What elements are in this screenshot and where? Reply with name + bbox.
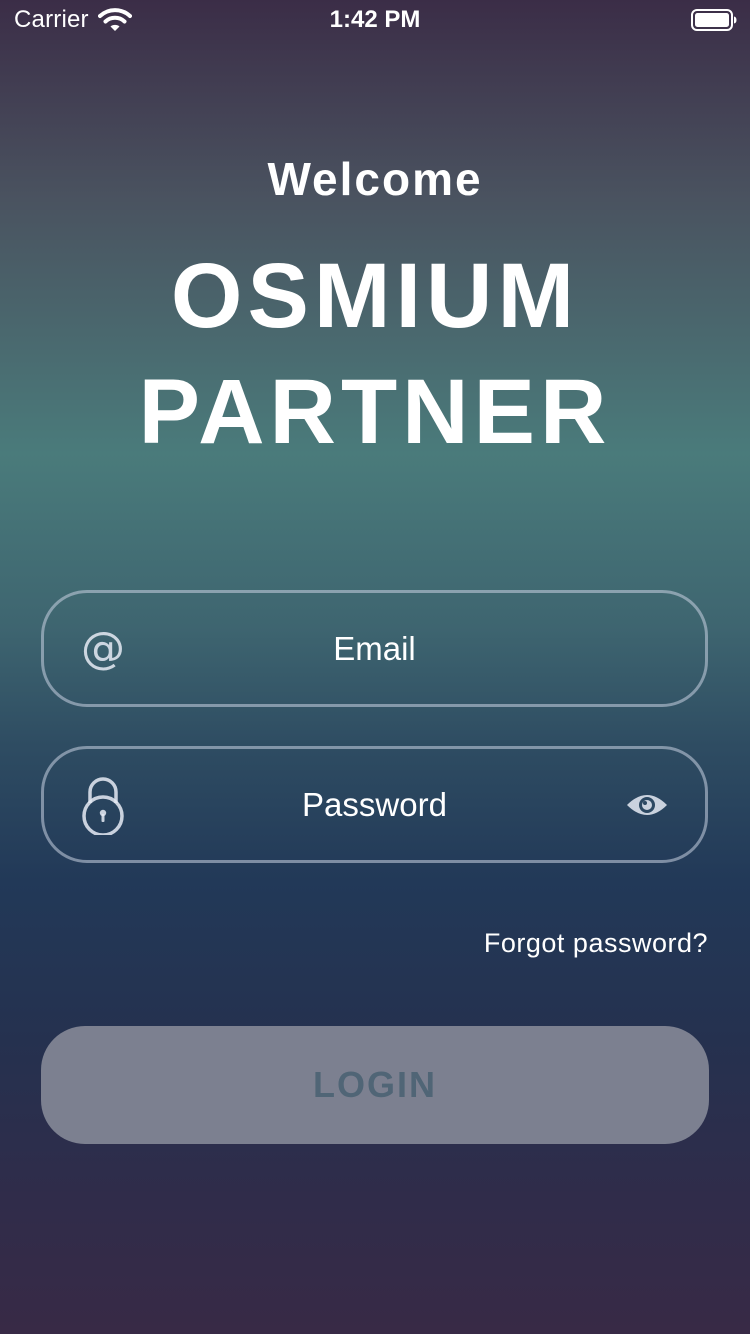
lock-icon (82, 776, 124, 835)
battery-icon (691, 9, 737, 31)
password-field[interactable] (41, 746, 708, 863)
status-bar: Carrier 1:42 PM (0, 0, 750, 40)
at-icon: @ (81, 622, 125, 674)
eye-icon[interactable] (625, 790, 669, 820)
forgot-password-link[interactable]: Forgot password? (484, 928, 708, 959)
email-input[interactable] (154, 593, 595, 704)
email-field[interactable]: @ (41, 590, 708, 707)
password-input[interactable] (154, 749, 595, 860)
brand-title-line-1: OSMIUM (170, 245, 580, 347)
login-button[interactable]: LOGIN (41, 1026, 709, 1144)
welcome-heading: Welcome (267, 153, 483, 205)
brand-title-line-2: PARTNER (138, 361, 612, 463)
clock: 1:42 PM (329, 6, 421, 33)
